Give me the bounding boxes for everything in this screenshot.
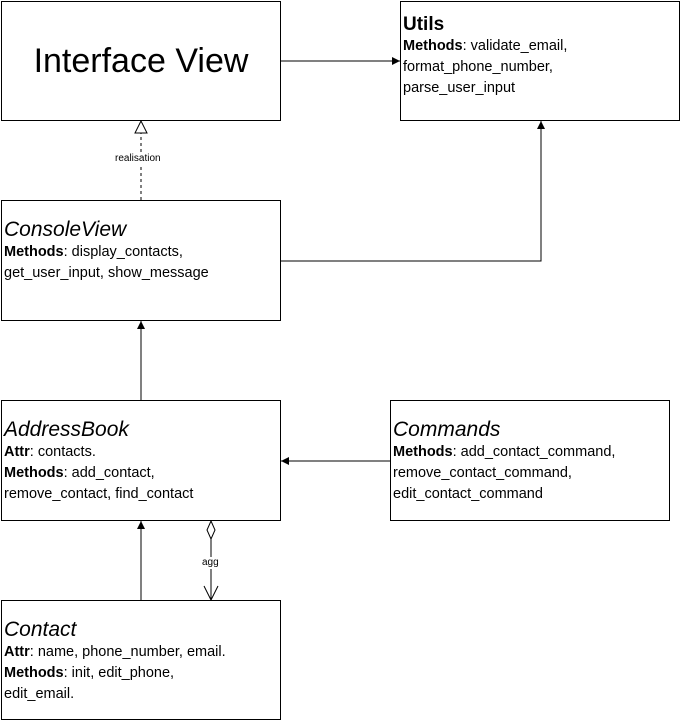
class-title-utils: Utils: [403, 14, 445, 35]
class-title-contact: Contact: [4, 618, 77, 641]
aggregation-diamond-icon: [206, 519, 216, 541]
class-box-commands[interactable]: Commands Methods: add_contact_command, r…: [390, 400, 670, 521]
commands-methods-line: Methods: add_contact_command,: [393, 444, 616, 461]
utils-methods-line: Methods: validate_email,: [403, 37, 568, 54]
uml-class-diagram: realisation agg 1 Interface View Utils M…: [0, 0, 681, 721]
class-title-console-view: ConsoleView: [4, 218, 127, 241]
aggregation-label: agg: [201, 557, 220, 569]
utils-methods-line: format_phone_number,: [403, 58, 553, 75]
address-book-attr-line: Attr: contacts.: [4, 444, 96, 461]
class-title-commands: Commands: [393, 418, 501, 441]
class-title-interface-view: Interface View: [33, 42, 249, 80]
contact-attr-line: Attr: name, phone_number, email.: [4, 644, 226, 661]
console-view-methods-line: get_user_input, show_message: [4, 265, 209, 282]
address-book-methods-line: Methods: add_contact,: [4, 465, 155, 482]
class-box-utils[interactable]: Utils Methods: validate_email, format_ph…: [400, 1, 680, 121]
utils-methods-line: parse_user_input: [403, 79, 516, 96]
console-view-methods-line: Methods: display_contacts,: [4, 244, 183, 261]
realisation-label: realisation: [114, 153, 162, 165]
class-box-interface-view[interactable]: Interface View: [1, 1, 281, 121]
class-box-console-view[interactable]: ConsoleView Methods: display_contacts, g…: [1, 200, 281, 321]
edge-consoleview-to-utils: [281, 121, 545, 262]
commands-methods-line: remove_contact_command,: [393, 465, 572, 482]
commands-methods-line: edit_contact_command: [393, 486, 543, 503]
address-book-methods-line: remove_contact, find_contact: [4, 486, 194, 503]
class-box-contact[interactable]: Contact Attr: name, phone_number, email.…: [1, 600, 281, 720]
contact-methods-line: Methods: init, edit_phone,: [4, 665, 175, 682]
class-title-address-book: AddressBook: [4, 418, 129, 441]
class-box-address-book[interactable]: AddressBook Attr: contacts. Methods: add…: [1, 400, 281, 521]
contact-methods-line: edit_email.: [4, 686, 75, 703]
realisation-triangle-icon: [134, 119, 148, 134]
